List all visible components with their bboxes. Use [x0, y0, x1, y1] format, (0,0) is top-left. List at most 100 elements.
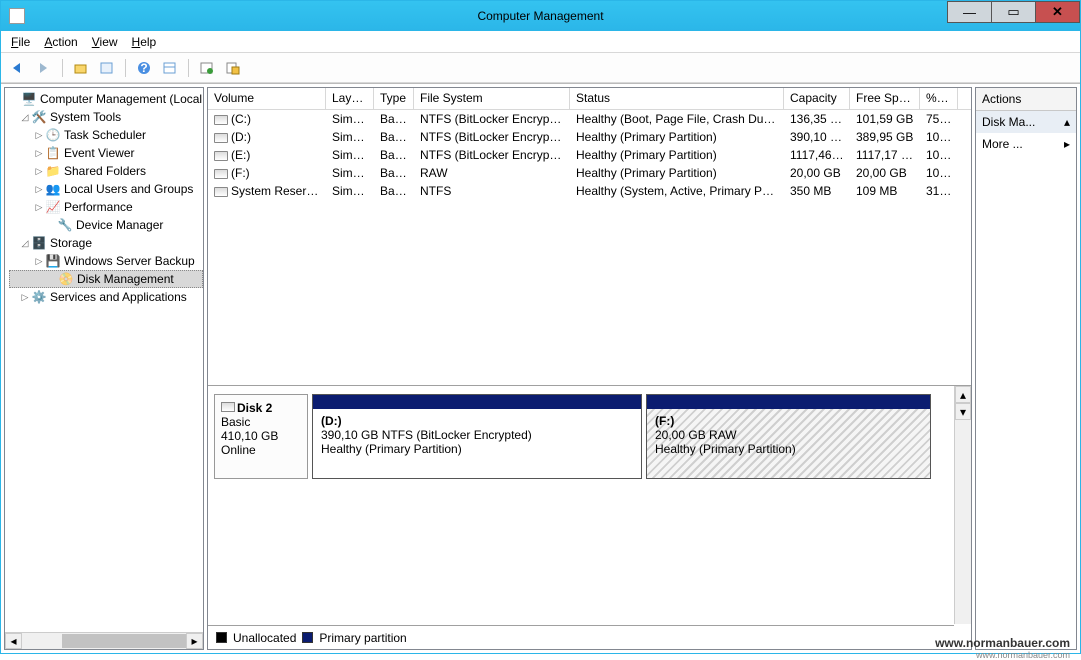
disk-state: Online: [221, 443, 256, 457]
volume-row[interactable]: System ReservedSimpleBasicNTFSHealthy (S…: [208, 182, 971, 200]
volume-list-header: Volume Layout Type File System Status Ca…: [208, 88, 971, 110]
partition-status: Healthy (Primary Partition): [655, 442, 796, 456]
minimize-button[interactable]: —: [947, 1, 992, 23]
actions-more[interactable]: More ... ▸: [976, 133, 1076, 155]
actions-header: Actions: [976, 88, 1076, 111]
tree-label: Performance: [64, 200, 133, 214]
drive-icon: [214, 133, 228, 143]
title-bar: Computer Management — ▭ ✕: [1, 1, 1080, 31]
tree-performance[interactable]: ▷📈Performance: [9, 198, 203, 216]
tree-label: Services and Applications: [50, 290, 187, 304]
forward-button[interactable]: [33, 57, 55, 79]
legend-unallocated-label: Unallocated: [233, 631, 296, 645]
partition-size: 20,00 GB RAW: [655, 428, 737, 442]
close-button[interactable]: ✕: [1035, 1, 1080, 23]
menu-file[interactable]: File: [11, 35, 30, 49]
actions-disk-management[interactable]: Disk Ma... ▴: [976, 111, 1076, 133]
menu-help[interactable]: Help: [132, 35, 157, 49]
volume-row[interactable]: (F:)SimpleBasicRAWHealthy (Primary Parti…: [208, 164, 971, 182]
scroll-left-icon[interactable]: ◂: [5, 633, 22, 649]
partition-label: (F:): [655, 414, 674, 428]
watermark-url: www.normanbauer.com www.normanbauer.com: [935, 636, 1070, 650]
back-button[interactable]: [7, 57, 29, 79]
tree-label: System Tools: [50, 110, 121, 124]
volume-row[interactable]: (C:)SimpleBasicNTFS (BitLocker Encrypted…: [208, 110, 971, 128]
clock-icon: 🕒: [45, 127, 61, 143]
legend-primary-label: Primary partition: [319, 631, 406, 645]
up-button[interactable]: [70, 57, 92, 79]
volume-row[interactable]: (E:)SimpleBasicNTFS (BitLocker Encrypted…: [208, 146, 971, 164]
col-type[interactable]: Type: [374, 88, 414, 109]
col-layout[interactable]: Layout: [326, 88, 374, 109]
computer-icon: 🖥️: [21, 91, 37, 107]
tree-event-viewer[interactable]: ▷📋Event Viewer: [9, 144, 203, 162]
scroll-down-icon[interactable]: ▾: [955, 403, 971, 420]
disk-size: 410,10 GB: [221, 429, 278, 443]
tree-local-users[interactable]: ▷👥Local Users and Groups: [9, 180, 203, 198]
menu-action[interactable]: Action: [44, 35, 77, 49]
actions-item-label: Disk Ma...: [982, 115, 1035, 129]
tools-icon: 🛠️: [31, 109, 47, 125]
col-filesystem[interactable]: File System: [414, 88, 570, 109]
services-icon: ⚙️: [31, 289, 47, 305]
tree-label: Shared Folders: [64, 164, 146, 178]
drive-icon: [214, 187, 228, 197]
scroll-up-icon[interactable]: ▴: [955, 386, 971, 403]
tree-horizontal-scrollbar[interactable]: ◂ ▸: [5, 632, 203, 649]
event-icon: 📋: [45, 145, 61, 161]
settings-button[interactable]: [222, 57, 244, 79]
navigation-tree-pane: 🖥️Computer Management (Local ◿🛠️System T…: [4, 87, 204, 650]
disk-icon: 📀: [58, 271, 74, 287]
folder-icon: 📁: [45, 163, 61, 179]
app-icon: [9, 8, 25, 24]
legend-primary-swatch: [302, 632, 313, 643]
properties-button[interactable]: [96, 57, 118, 79]
col-free-space[interactable]: Free Space: [850, 88, 920, 109]
col-volume[interactable]: Volume: [208, 88, 326, 109]
tree-label: Device Manager: [76, 218, 163, 232]
tree-windows-server-backup[interactable]: ▷💾Windows Server Backup: [9, 252, 203, 270]
tree-label: Task Scheduler: [64, 128, 146, 142]
tree-root-label: Computer Management (Local: [40, 92, 202, 106]
disk-drive-icon: [221, 402, 235, 412]
toolbar: ?: [1, 53, 1080, 83]
col-capacity[interactable]: Capacity: [784, 88, 850, 109]
partition-box[interactable]: (D:)390,10 GB NTFS (BitLocker Encrypted)…: [312, 394, 642, 479]
partition-box[interactable]: (F:)20,00 GB RAWHealthy (Primary Partiti…: [646, 394, 931, 479]
actions-pane: Actions Disk Ma... ▴ More ... ▸: [975, 87, 1077, 650]
drive-icon: [214, 115, 228, 125]
disk-graphical-view: Disk 2 Basic 410,10 GB Online (D:)390,10…: [208, 386, 971, 649]
scroll-right-icon[interactable]: ▸: [186, 633, 203, 649]
legend-bar: Unallocated Primary partition: [208, 625, 954, 649]
tree-shared-folders[interactable]: ▷📁Shared Folders: [9, 162, 203, 180]
col-percent-free[interactable]: % Free: [920, 88, 958, 109]
view-list-button[interactable]: [159, 57, 181, 79]
tree-label: Event Viewer: [64, 146, 134, 160]
storage-icon: 🗄️: [31, 235, 47, 251]
tree-device-manager[interactable]: 🔧Device Manager: [9, 216, 203, 234]
refresh-button[interactable]: [196, 57, 218, 79]
disk-row[interactable]: Disk 2 Basic 410,10 GB Online (D:)390,10…: [214, 394, 951, 479]
help-button[interactable]: ?: [133, 57, 155, 79]
tree-system-tools[interactable]: ◿🛠️System Tools: [9, 108, 203, 126]
tree-task-scheduler[interactable]: ▷🕒Task Scheduler: [9, 126, 203, 144]
collapse-up-icon: ▴: [1064, 115, 1070, 129]
partition-label: (D:): [321, 414, 342, 428]
menu-view[interactable]: View: [92, 35, 118, 49]
disk-vertical-scrollbar[interactable]: ▴ ▾: [954, 386, 971, 624]
tree-root[interactable]: 🖥️Computer Management (Local: [9, 90, 203, 108]
tree-label: Windows Server Backup: [64, 254, 195, 268]
col-status[interactable]: Status: [570, 88, 784, 109]
partition-color-bar: [313, 395, 641, 409]
perf-icon: 📈: [45, 199, 61, 215]
legend-unallocated-swatch: [216, 632, 227, 643]
tree-services-apps[interactable]: ▷⚙️Services and Applications: [9, 288, 203, 306]
partition-status: Healthy (Primary Partition): [321, 442, 462, 456]
volume-row[interactable]: (D:)SimpleBasicNTFS (BitLocker Encrypted…: [208, 128, 971, 146]
maximize-button[interactable]: ▭: [991, 1, 1036, 23]
tree-label: Storage: [50, 236, 92, 250]
disk-info-box[interactable]: Disk 2 Basic 410,10 GB Online: [214, 394, 308, 479]
tree-disk-management[interactable]: 📀Disk Management: [9, 270, 203, 288]
partition-size: 390,10 GB NTFS (BitLocker Encrypted): [321, 428, 532, 442]
tree-storage[interactable]: ◿🗄️Storage: [9, 234, 203, 252]
